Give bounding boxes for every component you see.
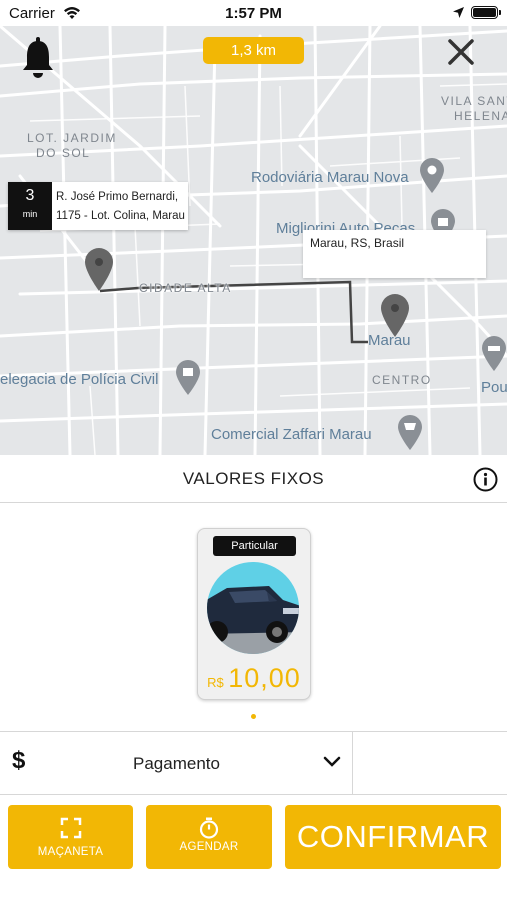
map-label-zaffari: Comercial Zaffari Marau bbox=[211, 426, 372, 443]
close-icon[interactable] bbox=[446, 37, 476, 67]
map-label-delegacia: elegacia de Polícia Civil bbox=[0, 371, 159, 388]
confirm-label: CONFIRMAR bbox=[296, 819, 490, 854]
origin-address-line1: R. José Primo Bernardi, bbox=[56, 191, 179, 203]
map-label-centro: CENTRO bbox=[372, 373, 432, 387]
eta-time-box: 3 min bbox=[8, 182, 52, 230]
app-screen: Carrier 1:57 PM LOT. JARDIM DO SOL VILA … bbox=[0, 0, 507, 900]
agendar-button[interactable]: AGENDAR bbox=[146, 805, 272, 869]
origin-pin-icon[interactable] bbox=[84, 248, 114, 292]
chevron-down-icon bbox=[323, 756, 341, 767]
stopwatch-icon bbox=[199, 817, 219, 839]
price-value: 10,00 bbox=[228, 663, 301, 693]
police-icon[interactable] bbox=[175, 360, 201, 396]
origin-address-line2: 1175 - Lot. Colina, Marau - bbox=[56, 210, 186, 222]
battery-icon bbox=[471, 6, 501, 19]
agendar-label: AGENDAR bbox=[179, 841, 239, 853]
map-label-helena: HELENA bbox=[454, 109, 507, 123]
map-label-do-sol: DO SOL bbox=[36, 146, 91, 160]
map-label-cidade-alta: CIDADE ALTA bbox=[139, 281, 232, 295]
bed-icon[interactable] bbox=[481, 336, 507, 372]
section-title: VALORES FIXOS bbox=[182, 469, 325, 488]
location-arrow-icon bbox=[453, 7, 464, 18]
eta-callout: 3 min R. José Primo Bernardi, 1175 - Lot… bbox=[8, 182, 188, 230]
bell-icon[interactable] bbox=[20, 35, 56, 79]
status-bar: Carrier 1:57 PM bbox=[0, 0, 507, 26]
eta-value: 3 bbox=[25, 187, 35, 204]
destination-pin-icon[interactable] bbox=[380, 294, 410, 338]
map-pin-icon[interactable] bbox=[419, 158, 445, 194]
map-label-pou: Pou bbox=[481, 379, 507, 396]
vehicle-type-label: Particular bbox=[213, 536, 296, 556]
map-label-vila-santa: VILA SANTA bbox=[441, 94, 507, 108]
vehicle-price: R$ 10,00 bbox=[198, 663, 310, 694]
carousel-page-indicator bbox=[251, 714, 256, 719]
map-label-lot-jardim: LOT. JARDIM bbox=[27, 131, 117, 145]
distance-badge: 1,3 km bbox=[203, 37, 304, 64]
origin-address: R. José Primo Bernardi, 1175 - Lot. Coli… bbox=[56, 188, 186, 226]
section-header: VALORES FIXOS bbox=[0, 455, 507, 503]
expand-icon bbox=[60, 817, 81, 839]
cart-icon[interactable] bbox=[397, 415, 423, 451]
destination-callout: Marau, RS, Brasil bbox=[303, 230, 486, 278]
car-icon bbox=[207, 562, 299, 654]
confirm-button[interactable]: CONFIRMAR bbox=[285, 805, 501, 869]
payment-row: $ Pagamento bbox=[0, 731, 507, 795]
clock: 1:57 PM bbox=[225, 5, 282, 22]
vehicle-option-card[interactable]: Particular R$ 10,00 bbox=[197, 528, 311, 700]
payment-label: Pagamento bbox=[133, 754, 220, 773]
macaneta-label: MAÇANETA bbox=[37, 846, 104, 858]
info-icon[interactable] bbox=[473, 467, 498, 492]
macaneta-button[interactable]: MAÇANETA bbox=[8, 805, 133, 869]
eta-unit: min bbox=[22, 209, 38, 219]
map-view[interactable]: LOT. JARDIM DO SOL VILA SANTA HELENA Rod… bbox=[0, 26, 507, 455]
map-label-rodoviaria: Rodoviária Marau Nova bbox=[251, 169, 409, 186]
payment-selector[interactable]: $ Pagamento bbox=[0, 732, 353, 794]
price-currency: R$ bbox=[207, 675, 224, 690]
